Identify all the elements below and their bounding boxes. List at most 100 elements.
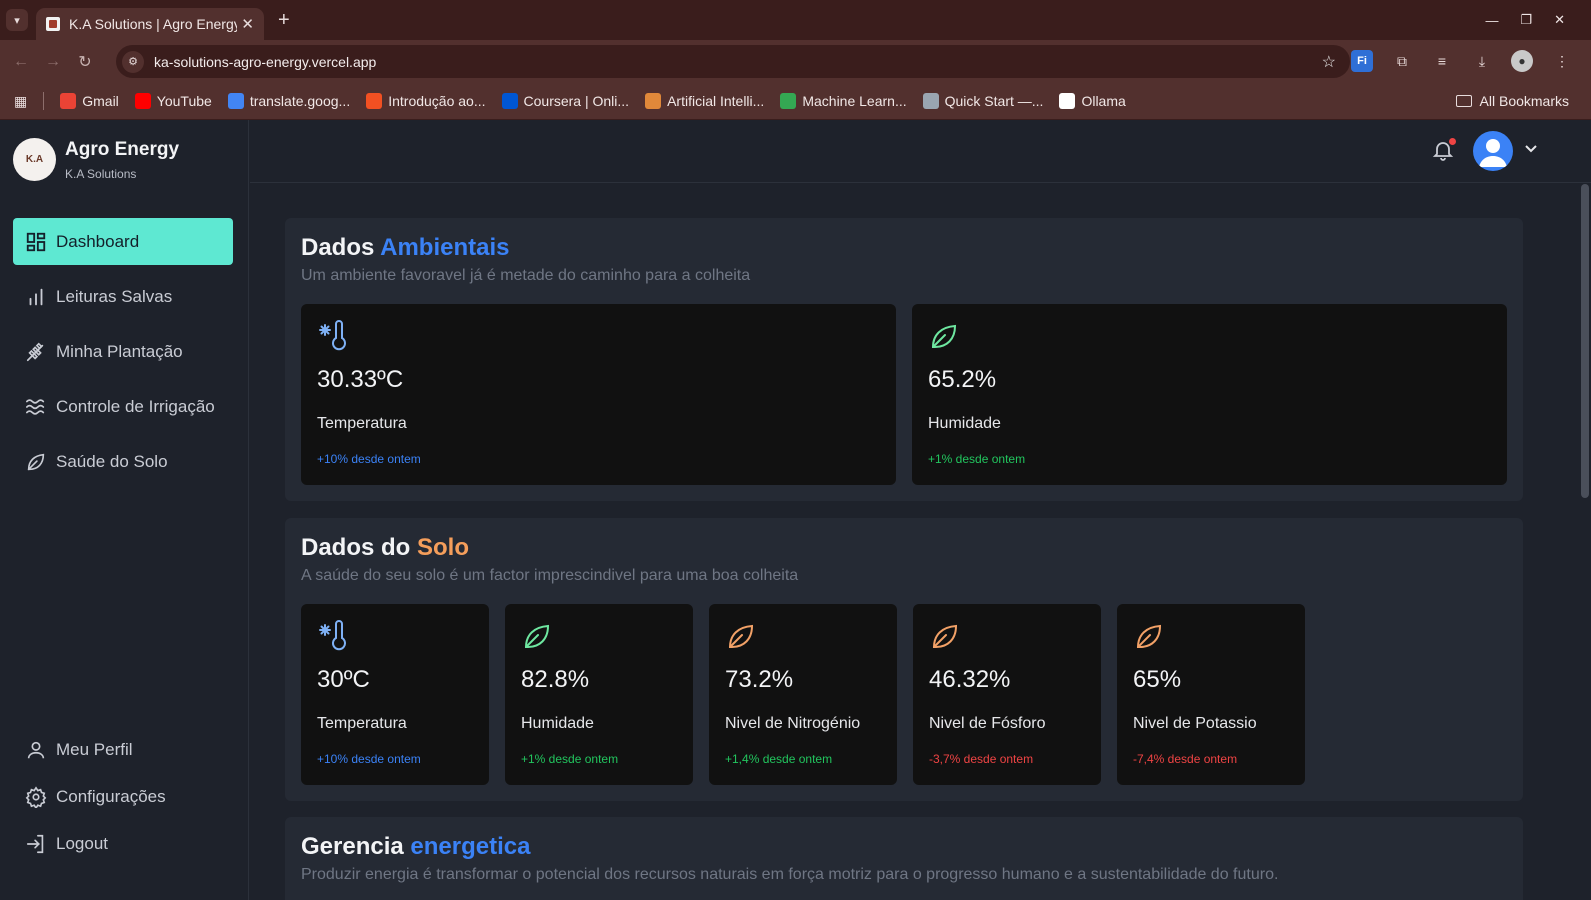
card-value: 30ºC [317, 666, 370, 693]
page-scrollbar[interactable] [1579, 184, 1591, 900]
card-value: 30.33ºC [317, 366, 404, 393]
extension-fi-icon[interactable]: Fi [1351, 50, 1373, 72]
section-subtitle: A saúde do seu solo é um factor impresci… [301, 567, 799, 584]
extensions-puzzle-icon[interactable]: ⧉ [1391, 50, 1413, 72]
card-label: Temperatura [317, 415, 407, 432]
brand-logo: K.A [13, 138, 56, 181]
section-title: Dados do Solo [301, 534, 470, 561]
tab-search-button[interactable]: ▾ [6, 9, 28, 31]
sidebar-item-label: Leituras Salvas [56, 286, 173, 306]
sidebar: K.A Agro Energy K.A Solutions Dashboard … [0, 120, 249, 900]
forward-icon[interactable]: → [42, 53, 64, 71]
sidebar-item-minha-plantacao[interactable]: Minha Plantação [13, 328, 233, 375]
card-label: Humidade [928, 415, 1001, 432]
profile-avatar-icon[interactable]: ● [1511, 50, 1533, 72]
bookmark-item[interactable]: Introdução ao... [366, 93, 486, 109]
sidebar-item-label: Configurações [56, 786, 166, 806]
back-icon[interactable]: ← [10, 53, 32, 71]
sidebar-item-label: Dashboard [56, 231, 140, 251]
url-text[interactable]: ka-solutions-agro-energy.vercel.app [154, 54, 376, 70]
sidebar-item-label: Minha Plantação [56, 341, 183, 361]
bookmark-favicon-icon [366, 93, 383, 109]
sidebar-item-saude-solo[interactable]: Saúde do Solo [13, 438, 233, 485]
browser-tab[interactable]: K.A Solutions | Agro Energy ✕ [36, 8, 264, 40]
card-value: 65.2% [928, 366, 997, 393]
user-avatar[interactable] [1473, 131, 1513, 171]
card-label: Nivel de Fósforo [929, 715, 1046, 732]
tab-favicon-icon [46, 17, 60, 31]
bookmark-star-icon[interactable]: ☆ [1322, 52, 1336, 72]
bookmark-item[interactable]: Ollama [1059, 93, 1126, 109]
minimize-icon[interactable]: — [1485, 13, 1498, 28]
sidebar-item-controle-irrigacao[interactable]: Controle de Irrigação [13, 383, 233, 430]
card-value: 65% [1133, 666, 1182, 693]
card-delta: +10% desde ontem [317, 752, 421, 766]
new-tab-button[interactable]: + [278, 9, 290, 32]
main-content: Dados Ambientais Um ambiente favoravel j… [250, 184, 1591, 900]
restore-icon[interactable]: ❐ [1520, 12, 1532, 28]
logout-icon [25, 833, 47, 855]
bookmark-favicon-icon [780, 93, 797, 109]
browser-tab-bar: ▾ K.A Solutions | Agro Energy ✕ + — ❐ ✕ [0, 0, 1591, 40]
card-delta: +1% desde ontem [521, 752, 619, 766]
card-delta: +10% desde ontem [317, 452, 421, 466]
browser-toolbar: ← → ↻ ⚙ ka-solutions-agro-energy.vercel.… [0, 40, 1591, 83]
leaf-icon [725, 620, 757, 652]
bookmark-item[interactable]: Artificial Intelli... [645, 93, 764, 109]
bookmark-item[interactable]: Machine Learn... [780, 93, 907, 109]
card-label: Nivel de Potassio [1133, 715, 1257, 732]
card-delta: -7,4% desde ontem [1133, 752, 1238, 766]
close-window-icon[interactable]: ✕ [1554, 12, 1565, 28]
sidebar-item-dashboard[interactable]: Dashboard [13, 218, 233, 265]
wheat-icon [25, 341, 47, 363]
sidebar-item-label: Meu Perfil [56, 739, 133, 759]
bookmark-favicon-icon [1059, 93, 1076, 109]
leaf-icon [929, 620, 961, 652]
apps-grid-icon[interactable]: ▦ [14, 93, 27, 110]
card-delta: +1,4% desde ontem [725, 752, 833, 766]
app: K.A Agro Energy K.A Solutions Dashboard … [0, 120, 1591, 900]
sidebar-item-label: Saúde do Solo [56, 451, 168, 471]
leaf-icon [928, 320, 960, 352]
scrollbar-thumb[interactable] [1581, 184, 1589, 498]
card-label: Humidade [521, 715, 594, 732]
bookmark-item[interactable]: Gmail [60, 93, 119, 109]
waves-icon [25, 396, 47, 418]
notification-dot [1449, 138, 1456, 145]
bookmark-item[interactable]: Coursera | Onli... [501, 93, 629, 109]
bookmark-item[interactable]: Quick Start —... [922, 93, 1043, 109]
thermometer-snow-icon [317, 320, 349, 352]
bookmark-item[interactable]: translate.goog... [227, 93, 350, 109]
card-humidade-solo: 82.8% Humidade +1% desde ontem [505, 604, 693, 785]
sidebar-item-leituras-salvas[interactable]: Leituras Salvas [13, 273, 233, 320]
section-title: Gerencia energetica [301, 833, 531, 860]
bookmarks-list: Gmail YouTube translate.goog... Introdução … [44, 93, 1126, 109]
bookmark-label: Artificial Intelli... [667, 93, 765, 109]
address-bar[interactable]: ⚙ ka-solutions-agro-energy.vercel.app ☆ [116, 45, 1350, 78]
sidebar-item-configuracoes[interactable]: Configurações [13, 777, 233, 816]
section-gerencia-energetica: Gerencia energetica Produzir energia é t… [285, 817, 1523, 900]
brand[interactable]: K.A Agro Energy K.A Solutions [13, 138, 179, 181]
tab-close-icon[interactable]: ✕ [241, 15, 254, 33]
download-icon[interactable]: ⤓ [1471, 50, 1493, 72]
sidebar-item-meu-perfil[interactable]: Meu Perfil [13, 730, 233, 769]
card-humidade: 65.2% Humidade +1% desde ontem [912, 304, 1507, 485]
card-label: Temperatura [317, 715, 407, 732]
folder-icon [1455, 95, 1472, 107]
section-title: Dados Ambientais [301, 234, 510, 261]
menu-kebab-icon[interactable]: ⋮ [1551, 50, 1573, 72]
reload-icon[interactable]: ↻ [74, 52, 96, 72]
site-info-icon[interactable]: ⚙ [122, 50, 144, 73]
sidebar-item-label: Controle de Irrigação [56, 396, 215, 416]
top-bar [250, 120, 1591, 183]
notifications-bell-icon[interactable] [1431, 138, 1456, 162]
card-value: 46.32% [929, 666, 1011, 693]
card-temperatura: 30.33ºC Temperatura +10% desde ontem [301, 304, 896, 485]
reading-list-icon[interactable]: ≡ [1431, 50, 1453, 72]
bookmark-item[interactable]: YouTube [134, 93, 212, 109]
dashboard-icon [25, 231, 47, 253]
all-bookmarks-button[interactable]: All Bookmarks [1455, 93, 1569, 109]
section-dados-ambientais: Dados Ambientais Um ambiente favoravel j… [285, 218, 1523, 501]
chevron-down-icon[interactable] [1523, 140, 1539, 156]
sidebar-item-logout[interactable]: Logout [13, 824, 233, 863]
